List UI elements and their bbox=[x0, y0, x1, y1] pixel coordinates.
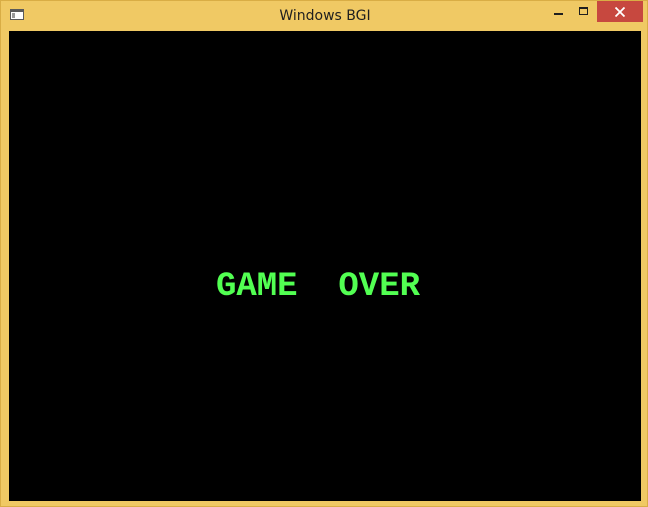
game-canvas[interactable]: GAME OVER bbox=[9, 31, 641, 501]
minimize-button[interactable] bbox=[545, 1, 571, 22]
game-over-message: GAME OVER bbox=[215, 268, 421, 306]
app-window-icon[interactable] bbox=[10, 9, 24, 20]
app-window: Windows BGI GAME OVER bbox=[0, 0, 648, 507]
close-button[interactable] bbox=[597, 1, 643, 22]
close-icon bbox=[615, 7, 625, 17]
title-bar[interactable]: Windows BGI bbox=[1, 1, 647, 31]
maximize-button[interactable] bbox=[571, 1, 597, 22]
